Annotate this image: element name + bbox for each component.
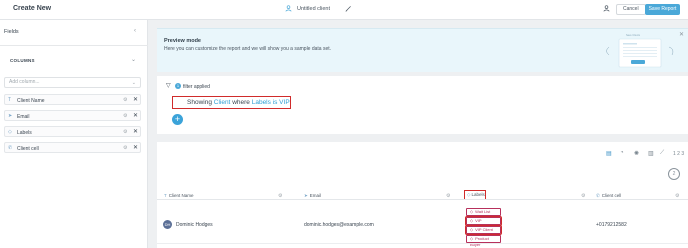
divider [0, 45, 148, 46]
text-icon: T [164, 193, 167, 198]
fields-sidebar: Fields ‹ COLUMNS ⌄ Add column... ⌄ T Cli… [0, 20, 148, 248]
row-divider [157, 243, 688, 244]
avatar: DH [163, 220, 172, 229]
filter-sentence[interactable]: Showing Client where Labels is VIP [172, 96, 291, 109]
collapse-sidebar-icon[interactable]: ‹ [134, 28, 136, 34]
text-icon: T [8, 97, 12, 103]
columns-section-label: COLUMNS [10, 58, 35, 63]
sidebar-title: Fields [4, 29, 19, 35]
preview-title: Preview mode [164, 38, 201, 44]
client-cell-value: +0179212582 [596, 222, 627, 228]
illustration-text: Save Clients [626, 34, 641, 37]
line-chart-icon[interactable]: ⟋ [660, 150, 664, 157]
client-selector[interactable]: Untitled client [285, 5, 330, 12]
settings-icon[interactable]: ⚙ [123, 145, 127, 151]
column-header-client-name[interactable]: T Client Name [164, 193, 194, 198]
top-bar: Create New Untitled client Cancel Save R… [0, 0, 688, 20]
column-item-label: Client Name [17, 97, 45, 104]
column-item-email[interactable]: ➤ Email ⚙ ✕ [4, 110, 141, 121]
phone-icon: ✆ [8, 145, 13, 151]
chevron-down-icon[interactable]: ⌄ [131, 56, 136, 63]
tag-icon: ◇ [470, 218, 474, 223]
column-item-client-cell[interactable]: ✆ Client cell ⚙ ✕ [4, 142, 141, 153]
settings-icon[interactable]: ⚙ [123, 129, 127, 135]
filter-panel: ▽ 1 filter applied Showing Client where … [157, 76, 688, 134]
close-icon[interactable]: ✕ [133, 144, 138, 151]
close-icon[interactable]: ✕ [133, 112, 138, 119]
filter-mid: where [232, 99, 250, 106]
email-cell: dominic.hodges@example.com [304, 222, 374, 228]
send-icon: ➤ [304, 193, 308, 198]
user-icon[interactable] [603, 5, 610, 12]
column-item-labels[interactable]: ◇ Labels ⚙ ✕ [4, 126, 141, 137]
cancel-button[interactable]: Cancel [616, 4, 646, 15]
filter-condition[interactable]: Labels is VIP [252, 99, 290, 106]
preview-mode-banner: Preview mode Here you can customize the … [157, 28, 688, 72]
tag-icon: ◇ [470, 227, 474, 232]
preview-description: Here you can customize the report and we… [164, 46, 332, 52]
tag-icon: ◇ [8, 129, 12, 135]
client-name: Untitled client [297, 5, 331, 12]
add-column-input[interactable]: Add column... ⌄ [4, 77, 141, 88]
report-illustration: Save Clients [606, 34, 674, 68]
person-icon [285, 5, 292, 12]
client-name-cell: Dominic Hodges [176, 222, 213, 228]
data-table-panel: ▤ ◔ ✺ ▥ ⟋ 1 2 3 2 T Client Name ⚙ ➤ Email … [157, 142, 688, 248]
chevron-down-icon: ⌄ [131, 80, 136, 86]
column-item-client-name[interactable]: T Client Name ⚙ ✕ [4, 94, 141, 105]
filter-prefix: Showing [187, 99, 212, 106]
settings-icon[interactable]: ⚙ [123, 97, 127, 103]
column-item-label: Email [17, 113, 30, 120]
label-tag: ◇ Wait List [466, 208, 501, 216]
table-view-icon[interactable]: ▤ [606, 150, 612, 157]
close-icon[interactable]: ✕ [133, 96, 138, 103]
pencil-icon[interactable] [345, 5, 352, 12]
tag-icon: ◇ [467, 192, 471, 197]
chart-toggle-button[interactable]: 2 [668, 168, 680, 180]
page-title: Create New [13, 5, 52, 12]
tag-icon: ◇ [470, 236, 474, 241]
settings-icon[interactable]: ⚙ [123, 113, 127, 119]
add-filter-button[interactable]: + [172, 114, 183, 125]
phone-icon: ✆ [596, 193, 600, 198]
save-report-button[interactable]: Save Report [645, 4, 680, 15]
filter-applied-label: filter applied [183, 83, 210, 90]
add-column-placeholder: Add column... [9, 79, 40, 85]
bar-chart-icon[interactable]: ▥ [648, 150, 654, 157]
page-counter[interactable]: 1 2 3 [673, 151, 684, 157]
settings-icon[interactable]: ✺ [634, 150, 639, 157]
close-icon[interactable]: ✕ [679, 31, 684, 38]
send-icon: ➤ [8, 113, 13, 119]
tag-icon: ◇ [470, 209, 474, 214]
filter-count-badge: 1 [175, 83, 181, 89]
pie-chart-icon[interactable]: ◔ [620, 150, 624, 156]
column-item-label: Labels [17, 129, 32, 136]
filter-field[interactable]: Client [214, 99, 231, 106]
filter-icon[interactable]: ▽ [166, 82, 171, 89]
divider [157, 199, 688, 200]
label-tag: ◇ VIP [465, 216, 502, 226]
label-tag: ◇ VIP Client [465, 225, 502, 235]
column-item-label: Client cell [17, 145, 39, 152]
close-icon[interactable]: ✕ [133, 128, 138, 135]
label-tag: ◇ Product Buyer [466, 235, 501, 247]
